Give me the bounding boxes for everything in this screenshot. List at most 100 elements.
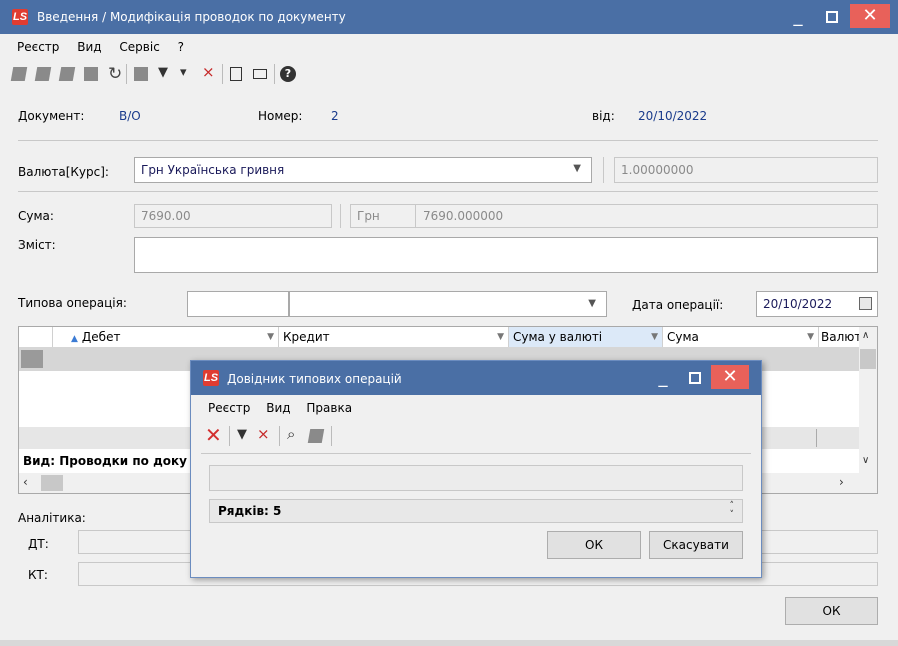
document-label: Документ: — [18, 109, 85, 123]
sum-value: 7690.00 — [141, 209, 191, 223]
dialog-menu-bar: Реєстр Вид Правка — [208, 401, 352, 415]
stop-icon[interactable] — [134, 67, 148, 81]
grid-view-label: Вид: Проводки по доку — [23, 454, 187, 468]
operation-code-input[interactable] — [187, 291, 289, 317]
doc-add-icon[interactable] — [10, 67, 28, 81]
document-value: В/О — [119, 109, 141, 123]
delete-icon[interactable]: ✕ — [205, 423, 222, 447]
maximize-icon — [826, 11, 838, 23]
separator — [415, 205, 416, 227]
filter-dropdown-icon[interactable]: ▼ — [497, 327, 504, 347]
rows-counter: Рядків: 5 ˄ ˅ — [209, 499, 743, 523]
toolbar: ↻ ▼ ▾ ⨯ ? — [10, 62, 372, 86]
dialog-menu-registry[interactable]: Реєстр — [208, 401, 250, 415]
sum-unit: Грн — [357, 209, 380, 223]
operation-date-label: Дата операції: — [632, 298, 724, 312]
window-bottom-edge — [0, 640, 898, 646]
menu-service[interactable]: Сервіс — [119, 40, 159, 54]
dialog-title: Довідник типових операцій — [227, 372, 402, 386]
number-value: 2 — [331, 109, 339, 123]
filter-settings-icon[interactable]: ▾ — [180, 65, 187, 80]
menu-registry[interactable]: Реєстр — [17, 40, 59, 54]
help-icon[interactable]: ? — [280, 66, 296, 82]
dialog-maximize-button[interactable] — [681, 365, 709, 391]
chevron-down-icon[interactable]: ▼ — [588, 298, 596, 309]
doc-export-icon[interactable] — [307, 429, 325, 443]
content-input[interactable] — [134, 237, 878, 273]
dialog-search-field[interactable] — [209, 465, 743, 491]
close-button[interactable]: ✕ — [850, 4, 890, 28]
column-header-debit[interactable]: ▲ Дебет ▼ — [53, 327, 279, 347]
dialog-menu-view[interactable]: Вид — [266, 401, 290, 415]
dialog-menu-edit[interactable]: Правка — [306, 401, 352, 415]
grid-corner — [19, 327, 53, 347]
doc-edit-icon[interactable] — [34, 67, 52, 81]
mail-icon[interactable] — [253, 69, 267, 79]
scrollbar-thumb[interactable] — [860, 349, 876, 369]
scroll-up-icon[interactable]: ∧ — [862, 330, 869, 341]
toolbar-divider — [279, 426, 280, 446]
maximize-button[interactable] — [818, 4, 846, 30]
refresh-icon[interactable]: ↻ — [108, 64, 122, 84]
form-icon[interactable] — [230, 67, 242, 81]
scroll-down-icon[interactable]: ∨ — [862, 455, 869, 466]
separator — [18, 191, 878, 192]
doc-copy-icon[interactable] — [58, 67, 76, 81]
doc-stack-icon[interactable] — [84, 67, 98, 81]
toolbar-divider — [331, 426, 332, 446]
window-title: Введення / Модифікація проводок по докум… — [37, 10, 346, 24]
document-date: 20/10/2022 — [638, 109, 708, 123]
sum-converted: 7690.000000 — [423, 209, 504, 223]
analytics-label: Аналітика: — [18, 511, 86, 525]
scroll-right-icon[interactable]: › — [839, 475, 844, 489]
chevron-down-icon[interactable]: ▼ — [573, 163, 581, 174]
scroll-left-icon[interactable]: ‹ — [23, 475, 28, 489]
scrollbar-thumb[interactable] — [41, 475, 63, 491]
rows-spinner-icon[interactable]: ˄ ˅ — [730, 502, 735, 520]
calendar-icon[interactable] — [859, 297, 872, 310]
dialog-close-button[interactable]: ✕ — [711, 365, 749, 389]
toolbar-divider — [229, 426, 230, 446]
app-logo-icon: LS — [12, 9, 28, 25]
currency-rate-field: 1.00000000 — [614, 157, 878, 183]
filter-dropdown-icon[interactable]: ▼ — [651, 327, 658, 347]
currency-select[interactable]: Грн Українська гривня ▼ — [134, 157, 592, 183]
column-header-sum[interactable]: Сума ▼ — [663, 327, 819, 347]
dialog-cancel-button[interactable]: Скасувати — [649, 531, 743, 559]
separator — [603, 157, 604, 183]
filter-clear-icon[interactable]: ⨯ — [202, 63, 215, 81]
column-header-sum-currency[interactable]: Сума у валюті ▼ — [509, 327, 663, 347]
dialog-minimize-button[interactable]: _ — [649, 365, 677, 391]
toolbar-divider — [222, 64, 223, 84]
sum-converted-field: Грн 7690.000000 — [350, 204, 878, 228]
sort-up-icon: ▲ — [71, 334, 78, 344]
menu-help[interactable]: ? — [178, 40, 184, 54]
menu-bar: Реєстр Вид Сервіс ? — [17, 40, 198, 54]
dialog-toolbar: ✕ ▼ ⨯ ⌕ — [205, 423, 405, 449]
operation-date-input[interactable]: 20/10/2022 — [756, 291, 878, 317]
currency-rate: 1.00000000 — [621, 163, 694, 177]
sum-label: Сума: — [18, 209, 54, 223]
operations-dialog: LS Довідник типових операцій _ ✕ Реєстр … — [190, 360, 762, 578]
filter-clear-icon[interactable]: ⨯ — [257, 425, 270, 443]
separator — [201, 453, 751, 454]
vertical-scrollbar[interactable]: ∧ ∨ — [859, 327, 877, 473]
number-label: Номер: — [258, 109, 303, 123]
filter-icon[interactable]: ▼ — [237, 427, 247, 442]
menu-view[interactable]: Вид — [77, 40, 101, 54]
operation-label: Типова операція: — [18, 296, 127, 310]
ok-button[interactable]: ОК — [785, 597, 878, 625]
dialog-ok-button[interactable]: ОК — [547, 531, 641, 559]
column-header-credit[interactable]: Кредит ▼ — [279, 327, 509, 347]
filter-dropdown-icon[interactable]: ▼ — [267, 327, 274, 347]
dt-label: ДТ: — [28, 537, 49, 551]
toolbar-divider — [274, 64, 275, 84]
search-icon[interactable]: ⌕ — [287, 425, 295, 443]
operation-name-select[interactable]: ▼ — [289, 291, 607, 317]
rows-count: Рядків: 5 — [218, 504, 282, 518]
filter-dropdown-icon[interactable]: ▼ — [807, 327, 814, 347]
date-label: від: — [592, 109, 615, 123]
minimize-button[interactable]: _ — [784, 4, 812, 30]
column-header-currency[interactable]: Валют — [819, 327, 859, 347]
filter-icon[interactable]: ▼ — [158, 65, 168, 80]
